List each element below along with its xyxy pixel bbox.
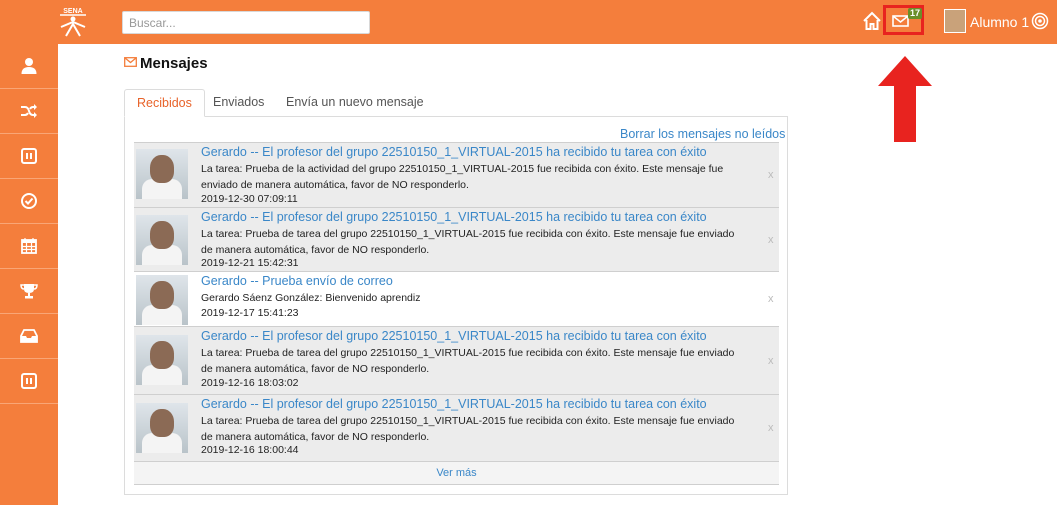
message-body: La tarea: Prueba de tarea del grupo 2251… (201, 347, 735, 375)
calendar-icon (21, 238, 37, 254)
sena-logo-icon[interactable]: SENA (56, 5, 90, 37)
annotation-arrow-icon (878, 56, 932, 142)
clear-unread-link[interactable]: Borrar los mensajes no leídos (620, 127, 785, 141)
message-subject[interactable]: Gerardo -- El profesor del grupo 2251015… (201, 210, 707, 224)
user-name[interactable]: Alumno 1 (970, 14, 1029, 30)
book-icon (21, 148, 37, 164)
sidebar-item-achievements[interactable] (0, 269, 58, 314)
message-subject[interactable]: Gerardo -- El profesor del grupo 2251015… (201, 397, 707, 411)
close-icon[interactable]: x (768, 234, 774, 246)
sender-avatar (136, 275, 188, 325)
close-icon[interactable]: x (768, 422, 774, 434)
sidebar-item-profile[interactable] (0, 44, 58, 89)
message-body: Gerardo Sáenz González: Bienvenido apren… (201, 292, 421, 304)
inbox-icon (20, 329, 38, 343)
message-body: La tarea: Prueba de tarea del grupo 2251… (201, 415, 735, 443)
tab-received[interactable]: Recibidos (124, 89, 205, 117)
tab-new-message[interactable]: Envía un nuevo mensaje (274, 89, 436, 117)
message-date: 2019-12-16 18:03:02 (201, 377, 299, 389)
search-input[interactable] (122, 11, 370, 34)
message-row[interactable]: Gerardo -- El profesor del grupo 2251015… (134, 394, 779, 461)
mail-count-badge: 17 (908, 8, 923, 19)
close-icon[interactable]: x (768, 293, 774, 305)
trophy-icon (20, 284, 38, 299)
message-subject[interactable]: Gerardo -- El profesor del grupo 2251015… (201, 329, 707, 343)
tab-sent[interactable]: Enviados (201, 89, 276, 117)
envelope-icon (124, 56, 137, 67)
sender-avatar (136, 403, 188, 453)
sender-avatar (136, 149, 188, 199)
page-title-text: Mensajes (140, 55, 208, 72)
sidebar-item-shuffle[interactable] (0, 89, 58, 134)
avatar[interactable] (944, 9, 966, 33)
message-date: 2019-12-16 18:00:44 (201, 444, 299, 456)
sidebar-item-tasks[interactable] (0, 179, 58, 224)
sender-avatar (136, 335, 188, 385)
message-body: La tarea: Prueba de la actividad del gru… (201, 163, 724, 191)
messages-button[interactable]: 17 (883, 5, 924, 35)
eye-icon[interactable] (1031, 12, 1049, 30)
book-icon (21, 373, 37, 389)
page-title: Mensajes (124, 55, 208, 72)
sidebar-item-book[interactable] (0, 134, 58, 179)
message-row[interactable]: Gerardo -- El profesor del grupo 2251015… (134, 326, 779, 394)
check-circle-icon (21, 193, 37, 209)
message-row[interactable]: Gerardo -- El profesor del grupo 2251015… (134, 207, 779, 271)
message-date: 2019-12-30 07:09:11 (201, 193, 298, 205)
sidebar-item-book-2[interactable] (0, 359, 58, 404)
message-body: La tarea: Prueba de tarea del grupo 2251… (201, 228, 735, 256)
load-more-link[interactable]: Ver más (134, 461, 779, 485)
home-icon[interactable] (862, 11, 882, 31)
close-icon[interactable]: x (768, 355, 774, 367)
message-tabs: Recibidos Enviados Envía un nuevo mensaj… (124, 89, 788, 117)
message-date: 2019-12-17 15:41:23 (201, 307, 299, 319)
message-row[interactable]: Gerardo -- Prueba envío de correo Gerard… (134, 271, 779, 326)
message-row[interactable]: Gerardo -- El profesor del grupo 2251015… (134, 142, 779, 207)
sidebar-item-inbox[interactable] (0, 314, 58, 359)
sidebar-item-calendar[interactable] (0, 224, 58, 269)
mail-icon (892, 15, 909, 27)
sender-avatar (136, 215, 188, 265)
shuffle-icon (21, 104, 37, 118)
message-subject[interactable]: Gerardo -- El profesor del grupo 2251015… (201, 145, 707, 159)
user-icon (21, 58, 37, 74)
message-subject[interactable]: Gerardo -- Prueba envío de correo (201, 274, 393, 288)
message-date: 2019-12-21 15:42:31 (201, 257, 299, 269)
close-icon[interactable]: x (768, 169, 774, 181)
top-bar: SENA 17 Alumno 1 (0, 0, 1057, 44)
sidebar (0, 44, 58, 505)
svg-text:SENA: SENA (63, 8, 82, 15)
